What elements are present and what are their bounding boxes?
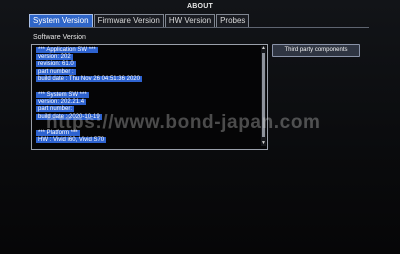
info-line: part number : [36,68,76,75]
third-party-components-button[interactable]: Third party components [272,44,360,57]
tab-divider [29,27,369,28]
info-line: HW : Vivid i60, Vivid S70 [36,137,107,144]
info-line: version: 202 [36,54,73,61]
tab-probes[interactable]: Probes [216,14,250,27]
info-line: revision: 61.0 [36,61,76,68]
info-line: version: 202.21.4 [36,99,87,106]
watermark: https://www.bond-japan.com [46,112,321,133]
software-version-textbox[interactable]: *** Application SW *** version: 202 revi… [31,44,268,150]
scroll-down-arrow-icon[interactable]: ▼ [261,141,266,146]
info-line: *** Application SW *** [36,47,98,53]
about-screen: ABOUT System Version Firmware Version HW… [0,0,400,254]
info-line: build date : Thu Nov 26 04:51:36 2020 [36,75,142,82]
tab-hw-version[interactable]: HW Version [164,14,216,27]
tab-system-version[interactable]: System Version [29,14,93,27]
scroll-up-arrow-icon[interactable]: ▲ [261,46,266,51]
software-version-label: Software Version [33,34,86,41]
window-title: ABOUT [187,3,213,10]
info-line: *** System SW *** [36,92,89,99]
info-blank-line [36,83,258,92]
tab-firmware-version[interactable]: Firmware Version [93,14,164,27]
tab-bar: System Version Firmware Version HW Versi… [29,14,250,27]
